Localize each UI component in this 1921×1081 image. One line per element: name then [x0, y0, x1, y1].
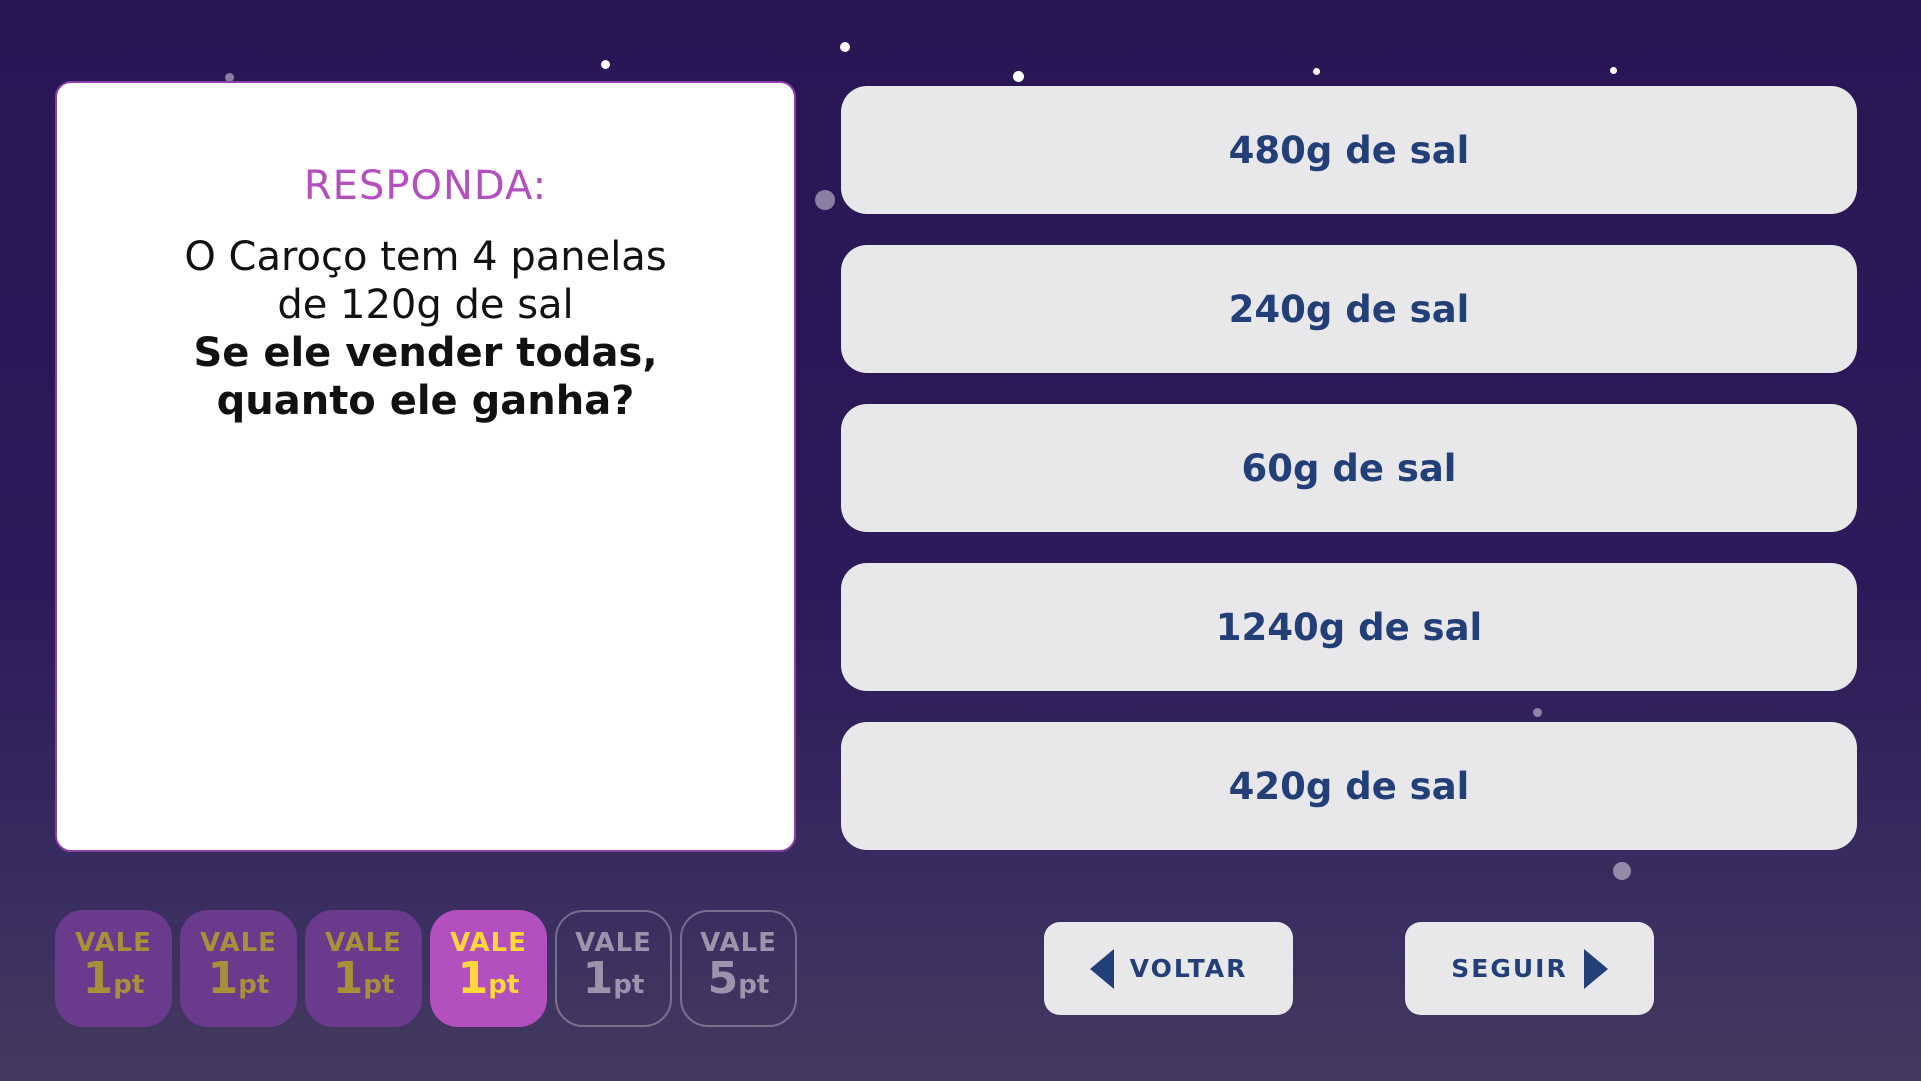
points-badge-amount: 1pt — [458, 957, 520, 1009]
arrow-left-icon — [1089, 948, 1114, 989]
answer-option-5[interactable]: 420g de sal — [841, 722, 1857, 850]
points-badge-amount: 5pt — [708, 957, 770, 1009]
star-decoration — [840, 42, 850, 52]
question-line: O Caroço tem 4 panelas — [184, 234, 667, 280]
points-badge-2: VALE 1pt — [180, 910, 297, 1027]
points-track: VALE 1pt VALE 1pt VALE 1pt VALE 1pt VALE… — [55, 910, 797, 1027]
points-badge-number: 1 — [332, 953, 364, 1004]
star-decoration — [1013, 71, 1024, 82]
answer-list: 480g de sal 240g de sal 60g de sal 1240g… — [841, 86, 1857, 881]
back-button-label: VOLTAR — [1129, 954, 1248, 983]
next-button-label: SEGUIR — [1451, 954, 1568, 983]
points-badge-amount: 1pt — [83, 957, 145, 1009]
answer-option-3[interactable]: 60g de sal — [841, 404, 1857, 532]
points-badge-amount: 1pt — [208, 957, 270, 1009]
points-badge-number: 1 — [207, 953, 239, 1004]
question-prompt-line: quanto ele ganha? — [216, 378, 635, 424]
points-badge-unit: pt — [113, 970, 145, 1000]
points-badge-unit: pt — [613, 970, 645, 1000]
points-badge-amount: 1pt — [583, 957, 645, 1009]
question-heading: RESPONDA: — [303, 163, 548, 209]
answer-option-4[interactable]: 1240g de sal — [841, 563, 1857, 691]
arrow-right-icon — [1583, 948, 1608, 989]
points-badge-unit: pt — [738, 970, 770, 1000]
points-badge-4-current: VALE 1pt — [430, 910, 547, 1027]
star-decoration — [815, 190, 835, 210]
points-badge-unit: pt — [363, 970, 395, 1000]
points-badge-unit: pt — [488, 970, 520, 1000]
points-badge-number: 1 — [82, 953, 114, 1004]
points-badge-3: VALE 1pt — [305, 910, 422, 1027]
next-button[interactable]: SEGUIR — [1405, 922, 1654, 1015]
answer-option-1[interactable]: 480g de sal — [841, 86, 1857, 214]
question-prompt-line: Se ele vender todas, — [193, 330, 658, 376]
question-line: de 120g de sal — [277, 282, 574, 328]
points-badge-unit: pt — [238, 970, 270, 1000]
back-button[interactable]: VOLTAR — [1044, 922, 1293, 1015]
question-card: RESPONDA: O Caroço tem 4 panelas de 120g… — [55, 81, 796, 852]
points-badge-number: 1 — [582, 953, 614, 1004]
star-decoration — [1610, 67, 1617, 74]
star-decoration — [1313, 68, 1320, 75]
points-badge-number: 1 — [457, 953, 489, 1004]
star-decoration — [601, 60, 610, 69]
points-badge-number: 5 — [707, 953, 739, 1004]
points-badge-amount: 1pt — [333, 957, 395, 1009]
points-badge-1: VALE 1pt — [55, 910, 172, 1027]
answer-option-2[interactable]: 240g de sal — [841, 245, 1857, 373]
question-text: O Caroço tem 4 panelas de 120g de sal Se… — [57, 233, 794, 425]
points-badge-6: VALE 5pt — [680, 910, 797, 1027]
points-badge-5: VALE 1pt — [555, 910, 672, 1027]
